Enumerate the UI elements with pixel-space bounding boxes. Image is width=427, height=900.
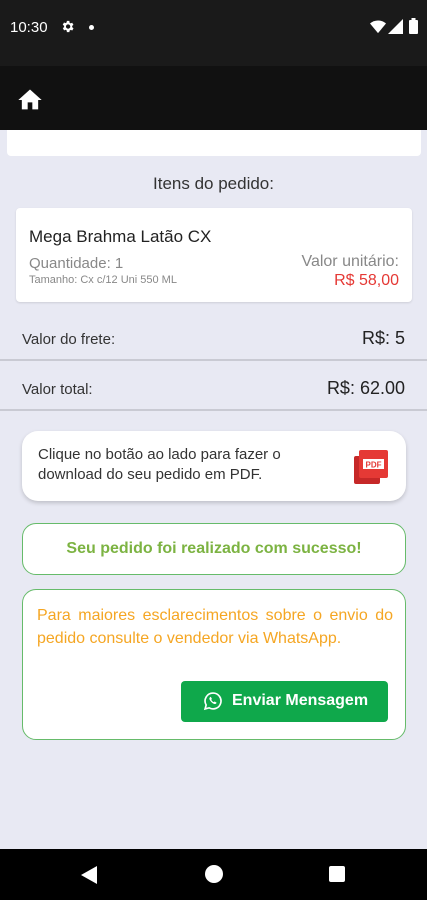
success-message: Seu pedido foi realizado com sucesso! xyxy=(66,540,362,557)
unit-price-label: Valor unitário: xyxy=(301,253,399,270)
signal-icon xyxy=(388,19,403,34)
divider xyxy=(0,359,427,361)
status-bar: 10:30 xyxy=(0,0,427,66)
app-bar xyxy=(0,66,427,130)
items-title: Itens do pedido: xyxy=(153,174,274,193)
svg-text:PDF: PDF xyxy=(366,461,382,470)
pdf-instruction: Clique no botão ao lado para fazer o dow… xyxy=(38,446,281,483)
pdf-download-card[interactable]: Clique no botão ao lado para fazer o dow… xyxy=(22,431,406,501)
home-icon[interactable] xyxy=(16,86,44,114)
success-message-box: Seu pedido foi realizado com sucesso! xyxy=(22,523,406,575)
gear-icon xyxy=(62,20,74,33)
freight-row: Valor do frete: R$: 5 xyxy=(0,316,427,364)
system-nav-bar xyxy=(0,849,427,900)
total-label: Valor total: xyxy=(22,381,93,398)
home-nav-icon[interactable] xyxy=(205,865,223,883)
previous-card xyxy=(7,130,421,156)
freight-label: Valor do frete: xyxy=(22,331,116,348)
divider xyxy=(0,409,427,411)
unit-price-value: R$ 58,00 xyxy=(334,272,399,289)
notification-dot xyxy=(89,25,94,30)
item-size: Tamanho: Cx c/12 Uni 550 ML xyxy=(29,274,177,286)
total-value: R$: 62.00 xyxy=(326,378,405,398)
whatsapp-icon xyxy=(203,692,222,711)
recent-apps-icon[interactable] xyxy=(329,866,345,882)
order-item-card: Mega Brahma Latão CX Quantidade: 1 Taman… xyxy=(16,208,412,302)
send-message-label: Enviar Mensagem xyxy=(232,692,369,709)
item-name: Mega Brahma Latão CX xyxy=(29,227,212,246)
battery-icon xyxy=(409,18,418,34)
wifi-icon xyxy=(370,20,386,34)
whatsapp-info-box: Para maiores esclarecimentos sobre o env… xyxy=(22,589,406,740)
pdf-icon[interactable]: PDF xyxy=(354,450,388,484)
send-message-button[interactable]: Enviar Mensagem xyxy=(181,681,388,722)
info-message: Para maiores esclarecimentos sobre o env… xyxy=(37,607,393,647)
item-quantity: Quantidade: 1 xyxy=(29,255,124,272)
back-icon[interactable] xyxy=(81,866,97,884)
freight-value: R$: 5 xyxy=(361,328,405,348)
status-time: 10:30 xyxy=(10,19,48,36)
total-row: Valor total: R$: 62.00 xyxy=(0,366,427,414)
